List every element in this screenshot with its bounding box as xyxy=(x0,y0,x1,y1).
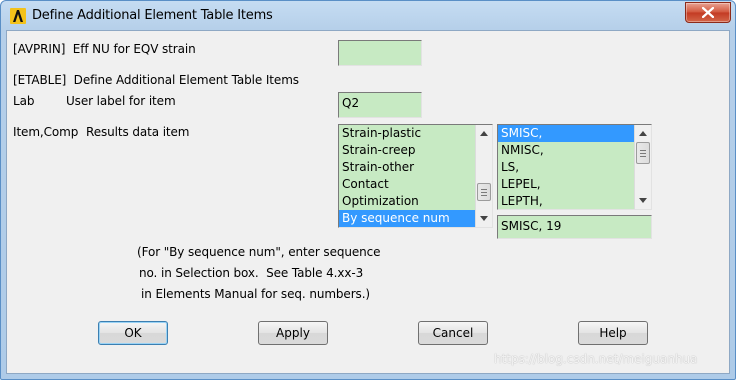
title-bar[interactable]: Define Additional Element Table Items xyxy=(1,1,735,31)
item-category-list[interactable]: Strain-plastic Strain-creep Strain-other… xyxy=(338,124,493,228)
etable-heading: [ETABLE] Define Additional Element Table… xyxy=(13,73,299,87)
scroll-up-button[interactable] xyxy=(635,125,651,142)
dialog-body: [AVPRIN] Eff NU for EQV strain [ETABLE] … xyxy=(6,30,730,374)
watermark-text: https://blog.csdn.net/meiguanhua xyxy=(494,352,698,366)
arrow-up-icon xyxy=(639,131,647,136)
itemcomp-key: Item,Comp xyxy=(13,125,79,139)
help-button[interactable]: Help xyxy=(578,321,648,345)
component-list[interactable]: SMISC, NMISC, LS, LEPEL, LEPTH, xyxy=(497,124,652,210)
note-line-3: in Elements Manual for seq. numbers.) xyxy=(141,287,370,301)
list-item[interactable]: LEPTH, xyxy=(498,193,634,209)
list-item[interactable]: Strain-other xyxy=(339,159,475,176)
lab-input[interactable]: Q2 xyxy=(338,92,422,118)
list-item-selected[interactable]: By sequence num xyxy=(339,210,475,227)
arrow-down-icon xyxy=(480,216,488,221)
scroll-up-button[interactable] xyxy=(476,125,492,142)
list-item[interactable]: Strain-creep xyxy=(339,142,475,159)
scroll-thumb[interactable] xyxy=(477,183,491,201)
avprin-input[interactable] xyxy=(338,40,422,66)
list-item[interactable]: Strain-plastic xyxy=(339,125,475,142)
ok-button[interactable]: OK xyxy=(98,321,168,345)
avprin-label: [AVPRIN] Eff NU for EQV strain xyxy=(13,42,196,56)
note-line-1: (For "By sequence num", enter sequence xyxy=(137,245,381,259)
lab-key: Lab xyxy=(13,94,35,108)
right-list-scrollbar[interactable] xyxy=(634,125,651,209)
list-item[interactable]: Optimization xyxy=(339,193,475,210)
note-line-2: no. in Selection box. See Table 4.xx-3 xyxy=(139,266,364,280)
arrow-down-icon xyxy=(639,198,647,203)
arrow-up-icon xyxy=(480,131,488,136)
scroll-down-button[interactable] xyxy=(635,192,651,209)
list-item[interactable]: LEPEL, xyxy=(498,176,634,193)
window-title: Define Additional Element Table Items xyxy=(32,8,273,23)
ansys-logo-icon xyxy=(10,8,26,24)
lab-label: User label for item xyxy=(66,94,176,108)
list-item-selected[interactable]: SMISC, xyxy=(498,125,634,142)
close-icon xyxy=(702,7,714,18)
apply-button[interactable]: Apply xyxy=(258,321,328,345)
close-button[interactable] xyxy=(685,2,731,23)
selection-input[interactable]: SMISC, 19 xyxy=(497,215,652,239)
scroll-thumb[interactable] xyxy=(636,142,650,164)
scroll-down-button[interactable] xyxy=(476,210,492,227)
list-item[interactable]: LS, xyxy=(498,159,634,176)
cancel-button[interactable]: Cancel xyxy=(418,321,488,345)
list-item[interactable]: NMISC, xyxy=(498,142,634,159)
left-list-scrollbar[interactable] xyxy=(475,125,492,227)
list-item[interactable]: Contact xyxy=(339,176,475,193)
itemcomp-label: Results data item xyxy=(86,125,190,139)
